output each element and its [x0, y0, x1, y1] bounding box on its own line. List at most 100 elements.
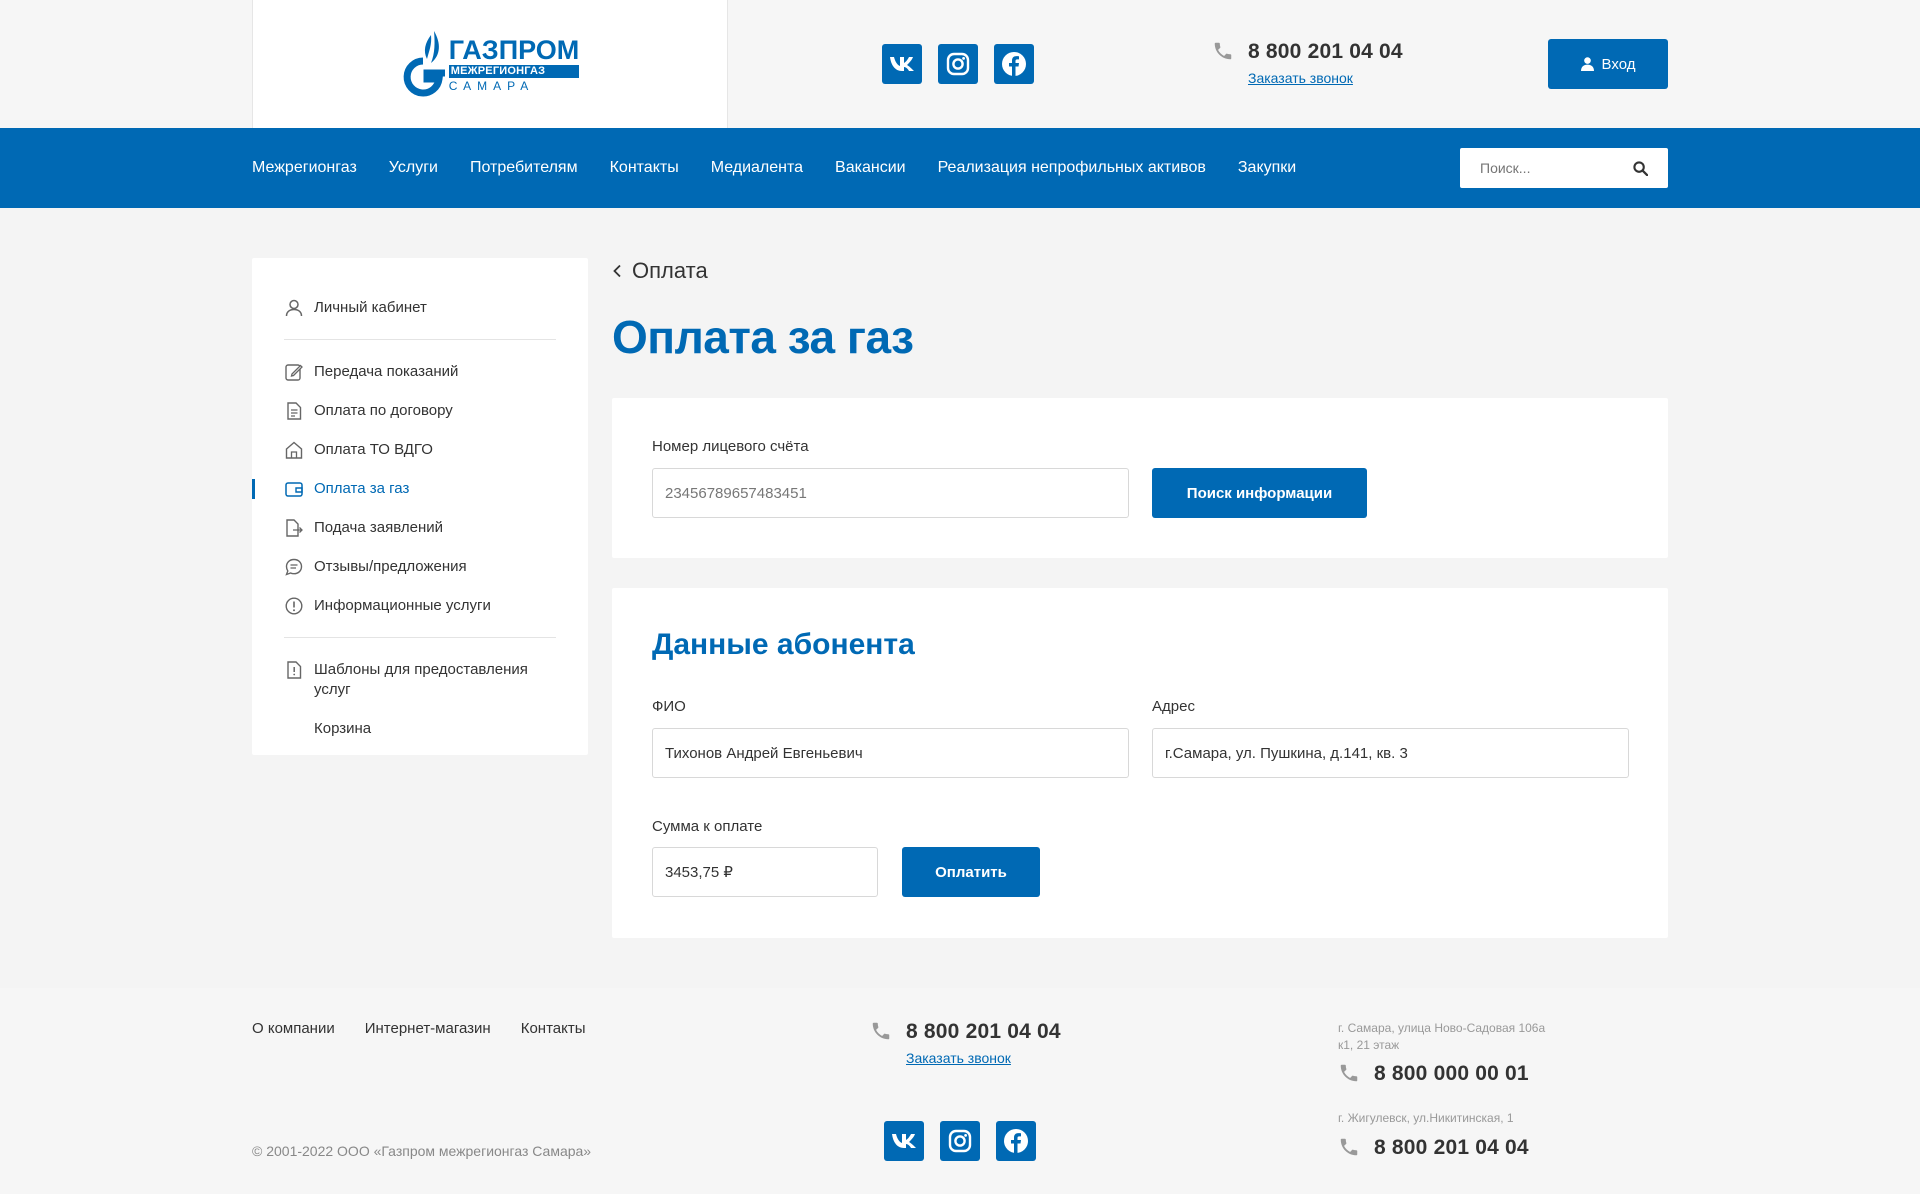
footer-phone-block: 8 800 201 04 04 Заказать звонок — [870, 1020, 1061, 1066]
search-box — [1460, 148, 1668, 188]
search-info-button[interactable]: Поиск информации — [1152, 468, 1367, 518]
file-export-icon — [284, 518, 304, 538]
search-icon[interactable] — [1633, 160, 1648, 176]
address-label: Адрес — [1152, 698, 1195, 715]
sidebar-item-feedback[interactable]: Отзывы/предложения — [284, 547, 556, 586]
logo[interactable]: ГАЗПРОМ МЕЖРЕГИОНГАЗ САМАРА — [401, 29, 580, 99]
office-phone-number[interactable]: 8 800 000 00 01 — [1374, 1062, 1529, 1086]
sidebar-item-label: Личный кабинет — [314, 299, 427, 316]
chat-icon — [284, 557, 304, 577]
nav-item-mezhregiongaz[interactable]: Межрегионгаз — [252, 159, 357, 177]
login-label: Вход — [1601, 55, 1636, 73]
search-input[interactable] — [1480, 160, 1620, 176]
copyright: © 2001-2022 ООО «Газпром межрегионгаз Са… — [252, 1143, 592, 1159]
footer-callback-link[interactable]: Заказать звонок — [906, 1050, 1061, 1066]
user-icon — [1580, 57, 1594, 71]
fio-field[interactable]: Тихонов Андрей Евгеньевич — [652, 728, 1129, 778]
home-icon — [284, 440, 304, 460]
header: ГАЗПРОМ МЕЖРЕГИОНГАЗ САМАРА 8 800 201 04… — [0, 0, 1920, 128]
instagram-icon[interactable] — [938, 44, 978, 84]
page-title: Оплата за газ — [612, 311, 914, 363]
wallet-icon — [284, 479, 304, 499]
footer-links: О компании Интернет-магазин Контакты — [252, 1020, 586, 1037]
office-phone-number[interactable]: 8 800 201 04 04 — [1374, 1136, 1529, 1160]
sum-field[interactable]: 3453,75 ₽ — [652, 847, 878, 897]
office-address: г. Самара, улица Ново-Садовая 106а к1, 2… — [1338, 1021, 1546, 1052]
address-field[interactable]: г.Самара, ул. Пушкина, д.141, кв. 3 — [1152, 728, 1629, 778]
sidebar-item-label: Оплата по договору — [314, 402, 453, 419]
nav-item-purchases[interactable]: Закупки — [1238, 159, 1296, 177]
edit-icon — [284, 362, 304, 382]
phone-icon — [872, 1022, 890, 1040]
footer: О компании Интернет-магазин Контакты © 2… — [0, 988, 1920, 1194]
sidebar-item-account[interactable]: Личный кабинет — [284, 288, 556, 327]
sidebar-item-vdgo-payment[interactable]: Оплата ТО ВДГО — [284, 430, 556, 469]
phone-icon — [1340, 1064, 1358, 1082]
header-phone-number[interactable]: 8 800 201 04 04 — [1248, 40, 1403, 64]
phone-icon — [1340, 1138, 1358, 1156]
office-address: г. Жигулевск, ул.Никитинская, 1 — [1338, 1111, 1514, 1125]
sidebar-item-label: Подача заявлений — [314, 519, 443, 536]
user-outline-icon — [284, 298, 304, 318]
fio-label: ФИО — [652, 698, 686, 715]
sidebar-item-templates[interactable]: Шаблоны для предоставления услуг — [284, 650, 556, 709]
sidebar-item-gas-payment[interactable]: Оплата за газ — [252, 469, 556, 508]
sidebar-item-label: Оплата ТО ВДГО — [314, 441, 433, 458]
nav-item-vacancies[interactable]: Вакансии — [835, 159, 906, 177]
logo-title: ГАЗПРОМ — [448, 34, 580, 65]
office-phone-block: 8 800 000 00 01 — [1338, 1062, 1529, 1086]
office-phone-block: 8 800 201 04 04 — [1338, 1136, 1529, 1160]
sidebar-item-label: Информационные услуги — [314, 597, 491, 614]
footer-socials — [884, 1121, 1036, 1161]
sum-label: Сумма к оплате — [652, 818, 763, 835]
footer-link-shop[interactable]: Интернет-магазин — [365, 1020, 491, 1037]
sidebar-item-info-services[interactable]: Информационные услуги — [284, 586, 556, 625]
login-button[interactable]: Вход — [1548, 39, 1668, 89]
nav-item-services[interactable]: Услуги — [389, 159, 438, 177]
header-socials — [882, 44, 1034, 84]
breadcrumb[interactable]: Оплата — [612, 258, 708, 284]
footer-link-about[interactable]: О компании — [252, 1020, 335, 1037]
logo-subtitle: МЕЖРЕГИОНГАЗ — [448, 64, 580, 78]
vk-icon[interactable] — [882, 44, 922, 84]
nav-item-assets[interactable]: Реализация непрофильных активов — [938, 159, 1206, 177]
sidebar-divider — [284, 637, 556, 638]
sidebar-item-label: Оплата за газ — [314, 480, 410, 497]
sidebar: Личный кабинет Передача показаний Оплата… — [252, 258, 588, 755]
subscriber-title: Данные абонента — [652, 628, 915, 661]
logo-area[interactable]: ГАЗПРОМ МЕЖРЕГИОНГАЗ САМАРА — [252, 0, 728, 128]
sidebar-item-label: Шаблоны для предоставления услуг — [314, 661, 528, 698]
breadcrumb-label[interactable]: Оплата — [632, 258, 708, 284]
nav-items: Межрегионгаз Услуги Потребителям Контакт… — [252, 128, 1296, 208]
account-search-card: Номер лицевого счёта 23456789657483451 П… — [612, 398, 1668, 558]
flame-logo-icon — [403, 31, 445, 97]
sidebar-item-label: Отзывы/предложения — [314, 558, 467, 575]
document-icon — [284, 401, 304, 421]
account-number-label: Номер лицевого счёта — [652, 438, 809, 455]
instagram-icon[interactable] — [940, 1121, 980, 1161]
facebook-icon[interactable] — [996, 1121, 1036, 1161]
sidebar-divider — [284, 339, 556, 340]
sidebar-item-readings[interactable]: Передача показаний — [284, 352, 556, 391]
header-callback-link[interactable]: Заказать звонок — [1248, 70, 1403, 86]
facebook-icon[interactable] — [994, 44, 1034, 84]
header-phone-block: 8 800 201 04 04 Заказать звонок — [1212, 40, 1403, 86]
sidebar-item-contract-payment[interactable]: Оплата по договору — [284, 391, 556, 430]
footer-phone-number[interactable]: 8 800 201 04 04 — [906, 1020, 1061, 1044]
info-icon — [284, 596, 304, 616]
nav-item-media[interactable]: Медиалента — [711, 159, 803, 177]
vk-icon[interactable] — [884, 1121, 924, 1161]
nav-item-consumers[interactable]: Потребителям — [470, 159, 578, 177]
sidebar-item-applications[interactable]: Подача заявлений — [284, 508, 556, 547]
pay-button[interactable]: Оплатить — [902, 847, 1040, 897]
document-icon — [284, 660, 304, 680]
logo-city: САМАРА — [448, 78, 535, 93]
phone-icon — [1214, 42, 1232, 60]
chevron-left-icon[interactable] — [612, 264, 622, 278]
nav-item-contacts[interactable]: Контакты — [610, 159, 679, 177]
main-nav: Межрегионгаз Услуги Потребителям Контакт… — [0, 128, 1920, 208]
account-number-input[interactable]: 23456789657483451 — [652, 468, 1129, 518]
sidebar-item-cart[interactable]: Корзина — [284, 709, 556, 748]
sidebar-item-label: Корзина — [314, 720, 372, 737]
footer-link-contacts[interactable]: Контакты — [521, 1020, 586, 1037]
